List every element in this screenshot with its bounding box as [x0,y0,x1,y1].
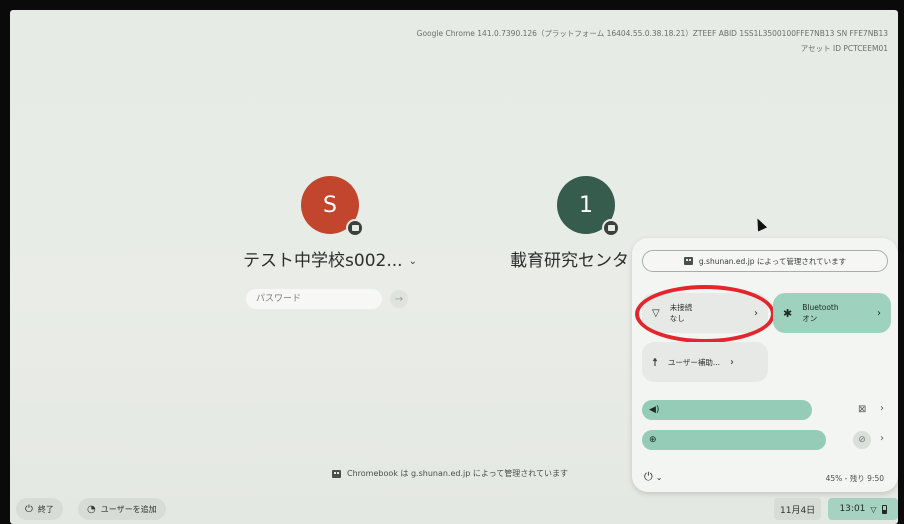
network-title: 未接続 [669,303,693,312]
bluetooth-tile[interactable]: ✱ Bluetooth オン › [773,293,891,333]
quick-settings-panel: g.shunan.ed.jp によって管理されています ▽ 未接続 なし › ✱… [632,238,898,492]
qs-managed-button[interactable]: g.shunan.ed.jp によって管理されています [642,250,888,272]
chevron-right-icon[interactable]: › [880,403,884,414]
add-user-label: ユーザーを追加 [100,504,157,514]
accessibility-icon: ☨ [652,355,658,369]
battery-text: 45% - 残り 9:50 [825,474,884,483]
chevron-down-icon[interactable]: ⌄ [409,256,417,267]
bluetooth-icon: ✱ [783,306,793,320]
add-user-icon: ◔ [87,503,96,515]
battery-status: 45% - 残り 9:50 [826,473,884,484]
password-row: → [246,289,408,309]
version-info: Google Chrome 141.0.7390.126（プラットフォーム 16… [417,26,888,56]
avatar[interactable]: S [301,176,364,237]
managed-badge-icon [602,219,620,237]
power-menu-button[interactable]: ⏻ ⌄ [644,470,662,484]
status-area-button[interactable]: 13:01 ▽ [828,498,898,520]
bluetooth-title: Bluetooth [802,303,839,312]
night-light-icon[interactable]: ⊘ [853,431,871,449]
caption-off-icon[interactable]: ⊠ [858,404,866,415]
shutdown-label: 終了 [37,504,54,514]
version-line: Google Chrome 141.0.7390.126（プラットフォーム 16… [416,29,888,38]
asset-id-line: アセット ID PCTCEEM01 [800,44,888,53]
network-subtitle: なし [669,314,685,323]
user-name-label: 載育研究センタ [510,251,629,271]
chevron-down-icon: ⌄ [655,472,663,482]
date-button[interactable]: 11月4日 [774,498,822,520]
mouse-cursor-icon [752,216,768,232]
submit-arrow-button[interactable]: → [390,290,408,308]
user-name[interactable]: テスト中学校s002... ⌄ [240,246,420,271]
power-icon: ⏻ [25,503,33,515]
building-icon [683,257,693,265]
user-pod-1[interactable]: S テスト中学校s002... ⌄ [240,176,420,271]
qs-managed-text: g.shunan.ed.jp によって管理されています [698,256,847,266]
password-input[interactable] [246,289,382,309]
shutdown-button[interactable]: ⏻ 終了 [16,498,63,520]
managed-badge-icon [346,219,364,237]
avatar[interactable]: 1 [557,176,620,237]
volume-slider[interactable]: ◀) [642,400,812,420]
time-label: 13:01 [839,504,866,514]
network-tile[interactable]: ▽ 未接続 なし › [642,293,768,333]
user-name[interactable]: 載育研究センタ [510,246,650,271]
speaker-icon: ◀) [649,405,660,415]
managed-notice: Chromebook は g.shunan.ed.jp によって管理されています [332,468,568,479]
add-user-button[interactable]: ◔ ユーザーを追加 [78,498,166,520]
avatar-initial: S [323,192,337,218]
chevron-right-icon[interactable]: › [877,308,881,319]
chevron-right-icon[interactable]: › [754,308,758,319]
chevron-right-icon[interactable]: › [730,357,734,368]
user-pod-2[interactable]: 1 載育研究センタ [510,176,650,271]
brightness-slider[interactable]: ⊕ [642,430,826,450]
bluetooth-subtitle: オン [802,314,818,323]
chevron-right-icon[interactable]: › [880,433,884,444]
user-name-label: テスト中学校s002... [243,251,403,271]
wifi-icon: ▽ [870,504,877,514]
wifi-icon: ▽ [652,307,660,319]
battery-icon [881,504,887,514]
brightness-icon: ⊕ [649,435,657,445]
managed-notice-text: Chromebook は g.shunan.ed.jp によって管理されています [347,469,568,478]
power-icon: ⏻ [644,470,653,483]
building-icon [332,469,341,478]
accessibility-tile[interactable]: ☨ ユーザー補助... › [642,342,768,382]
accessibility-title: ユーザー補助... [668,357,721,367]
avatar-initial: 1 [579,192,593,218]
date-label: 11月4日 [780,505,816,516]
login-screen: Google Chrome 141.0.7390.126（プラットフォーム 16… [10,10,898,524]
